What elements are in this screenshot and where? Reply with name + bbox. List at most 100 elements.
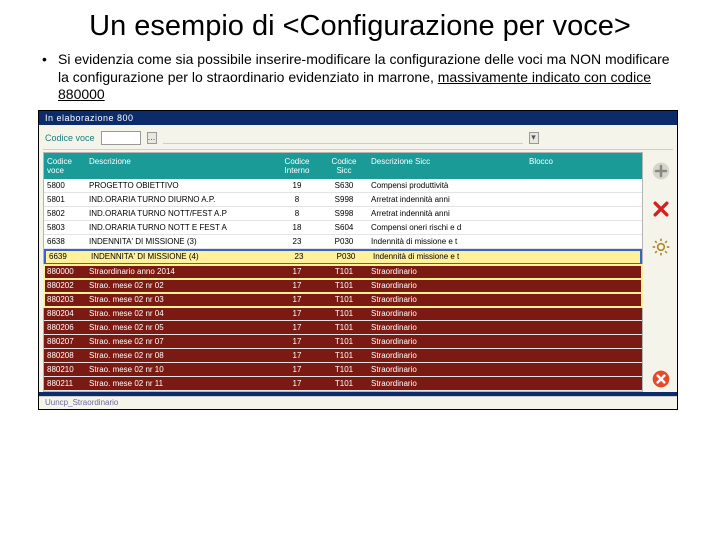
cell-desc: Strao. mese 02 nr 08: [86, 351, 274, 360]
titlebar: In elaborazione 800: [39, 111, 677, 125]
cell-code: 5803: [44, 223, 86, 232]
grid: Codice voce Descrizione Codice Interno C…: [43, 152, 643, 392]
bullet-block: • Si evidenzia come sia possibile inseri…: [0, 51, 720, 110]
cell-desc: Strao. mese 02 nr 07: [86, 337, 274, 346]
table-row[interactable]: 880210Strao. mese 02 nr 1017T101Straordi…: [44, 363, 642, 377]
cell-dsic: Arretrat indennità anni: [368, 209, 516, 218]
separator: [43, 149, 673, 150]
cell-int: 8: [274, 195, 320, 204]
cell-code: 6639: [46, 252, 88, 261]
cell-int: 8: [274, 209, 320, 218]
table-row[interactable]: 6638INDENNITA' DI MISSIONE (3)23P030Inde…: [44, 235, 642, 249]
table-row[interactable]: 880211Strao. mese 02 nr 1117T101Straordi…: [44, 377, 642, 391]
table-row[interactable]: 880204Strao. mese 02 nr 0417T101Straordi…: [44, 307, 642, 321]
cell-sicc: P030: [322, 252, 370, 261]
gear-icon[interactable]: [649, 235, 673, 259]
cell-sicc: T101: [320, 267, 368, 276]
cell-code: 880202: [44, 281, 86, 290]
app-window: In elaborazione 800 Codice voce ... ▾ Co…: [38, 110, 678, 410]
cell-int: 17: [274, 337, 320, 346]
cell-desc: IND.ORARIA TURNO DIURNO A.P.: [86, 195, 274, 204]
cell-desc: Strao. mese 02 nr 10: [86, 365, 274, 374]
cell-int: 17: [274, 379, 320, 388]
grid-header: Codice voce Descrizione Codice Interno C…: [44, 153, 642, 179]
grid-body: 5800PROGETTO OBIETTIVO19S630Compensi pro…: [44, 179, 642, 391]
cell-desc: Strao. mese 02 nr 03: [86, 295, 274, 304]
table-row[interactable]: 5802IND.ORARIA TURNO NOTT/FEST A.P8S998A…: [44, 207, 642, 221]
delete-icon[interactable]: [649, 197, 673, 221]
cell-sicc: T101: [320, 337, 368, 346]
cell-dsic: Straordinario: [368, 337, 516, 346]
codice-desc-field[interactable]: [163, 132, 523, 144]
cell-int: 23: [276, 252, 322, 261]
cell-dsic: Indennità di missione e t: [370, 252, 518, 261]
cell-int: 17: [274, 281, 320, 290]
cell-desc: INDENNITA' DI MISSIONE (3): [86, 237, 274, 246]
table-row[interactable]: 5801IND.ORARIA TURNO DIURNO A.P.8S998Arr…: [44, 193, 642, 207]
lookup-button[interactable]: ...: [147, 132, 157, 144]
cell-int: 17: [274, 267, 320, 276]
cancel-icon[interactable]: [649, 367, 673, 391]
cell-sicc: T101: [320, 323, 368, 332]
cell-sicc: S630: [320, 181, 368, 190]
cell-desc: Strao. mese 02 nr 02: [86, 281, 274, 290]
cell-dsic: Straordinario: [368, 365, 516, 374]
cell-dsic: Compensi produttività: [368, 181, 516, 190]
cell-code: 880208: [44, 351, 86, 360]
col-head-dsic: Descrizione Sicc: [368, 157, 516, 175]
cell-desc: IND.ORARIA TURNO NOTT E FEST A: [86, 223, 274, 232]
cell-int: 17: [274, 365, 320, 374]
table-row[interactable]: 880208Strao. mese 02 nr 0817T101Straordi…: [44, 349, 642, 363]
cell-int: 17: [274, 295, 320, 304]
cell-sicc: S998: [320, 209, 368, 218]
table-row[interactable]: 5800PROGETTO OBIETTIVO19S630Compensi pro…: [44, 179, 642, 193]
cell-int: 17: [274, 351, 320, 360]
codice-row: Codice voce ... ▾: [39, 125, 677, 149]
cell-dsic: Straordinario: [368, 379, 516, 388]
bullet-dot: •: [42, 51, 58, 104]
table-row[interactable]: 880000Straordinario anno 201417T101Strao…: [44, 265, 642, 279]
cell-code: 880210: [44, 365, 86, 374]
cell-desc: IND.ORARIA TURNO NOTT/FEST A.P: [86, 209, 274, 218]
cell-code: 6638: [44, 237, 86, 246]
table-row[interactable]: 880207Strao. mese 02 nr 0717T101Straordi…: [44, 335, 642, 349]
cell-sicc: T101: [320, 365, 368, 374]
cell-int: 17: [274, 309, 320, 318]
cell-int: 17: [274, 323, 320, 332]
cell-code: 880207: [44, 337, 86, 346]
table-row[interactable]: 6639INDENNITA' DI MISSIONE (4)23P030Inde…: [44, 249, 642, 265]
cell-sicc: T101: [320, 351, 368, 360]
cell-dsic: Straordinario: [368, 295, 516, 304]
dropdown-icon[interactable]: ▾: [529, 132, 539, 144]
cell-sicc: S998: [320, 195, 368, 204]
cell-int: 18: [274, 223, 320, 232]
cell-sicc: T101: [320, 281, 368, 290]
codice-input[interactable]: [101, 131, 141, 145]
cell-sicc: S604: [320, 223, 368, 232]
table-row[interactable]: 880203Strao. mese 02 nr 0317T101Straordi…: [44, 293, 642, 307]
slide-title: Un esempio di <Configurazione per voce>: [0, 0, 720, 51]
add-icon[interactable]: [649, 159, 673, 183]
cell-sicc: P030: [320, 237, 368, 246]
cell-sicc: T101: [320, 379, 368, 388]
right-rail: [649, 159, 673, 391]
codice-label: Codice voce: [45, 133, 95, 143]
cell-dsic: Indennità di missione e t: [368, 237, 516, 246]
cell-desc: Strao. mese 02 nr 04: [86, 309, 274, 318]
cell-desc: PROGETTO OBIETTIVO: [86, 181, 274, 190]
cell-code: 5800: [44, 181, 86, 190]
cell-dsic: Straordinario: [368, 309, 516, 318]
bullet-text: Si evidenzia come sia possibile inserire…: [58, 51, 678, 104]
cell-desc: Strao. mese 02 nr 11: [86, 379, 274, 388]
cell-code: 880203: [44, 295, 86, 304]
cell-sicc: T101: [320, 309, 368, 318]
table-row[interactable]: 5803IND.ORARIA TURNO NOTT E FEST A18S604…: [44, 221, 642, 235]
bullet-row: • Si evidenzia come sia possibile inseri…: [42, 51, 678, 104]
cell-desc: INDENNITA' DI MISSIONE (4): [88, 252, 276, 261]
cell-sicc: T101: [320, 295, 368, 304]
cell-code: 880204: [44, 309, 86, 318]
table-row[interactable]: 880202Strao. mese 02 nr 0217T101Straordi…: [44, 279, 642, 293]
cell-code: 880206: [44, 323, 86, 332]
table-row[interactable]: 880206Strao. mese 02 nr 0517T101Straordi…: [44, 321, 642, 335]
col-head-sicc: Codice Sicc: [320, 157, 368, 175]
